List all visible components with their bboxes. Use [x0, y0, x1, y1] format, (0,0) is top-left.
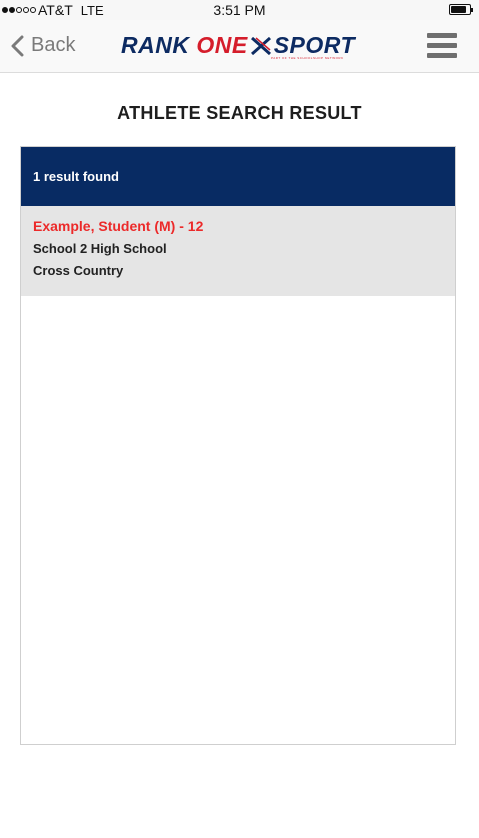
results-count-header: 1 result found: [21, 147, 455, 206]
result-item[interactable]: Example, Student (M) - 12 School 2 High …: [21, 206, 455, 296]
status-time: 3:51 PM: [213, 2, 266, 18]
results-panel: 1 result found Example, Student (M) - 12…: [20, 146, 456, 745]
page-title: ATHLETE SEARCH RESULT: [117, 103, 362, 123]
back-label: Back: [31, 34, 76, 56]
rank-one-sport-logo: RANK ONE SPORT PART OF THE SCHOOLSHOP NE…: [121, 32, 355, 62]
logo-tagline: PART OF THE SCHOOLSHOP NETWORK: [271, 56, 344, 60]
athlete-school: School 2 High School: [33, 241, 167, 256]
hamburger-icon-bar: [427, 53, 457, 58]
logo-word-sport: SPORT: [273, 32, 356, 58]
chevron-left-icon: [11, 35, 24, 56]
nav-bar: Back RANK ONE SPORT PART OF THE SCHOOLSH…: [0, 20, 479, 73]
athlete-sport: Cross Country: [33, 263, 124, 278]
battery-fill: [451, 6, 467, 13]
status-bar: AT&T LTE 3:51 PM: [0, 0, 479, 20]
battery-icon: [449, 4, 473, 15]
hamburger-icon-bar: [427, 43, 457, 48]
hamburger-icon-bar: [427, 33, 457, 38]
athlete-name-link[interactable]: Example, Student (M) - 12: [33, 218, 443, 234]
hamburger-menu-button[interactable]: [427, 33, 457, 58]
logo-x-icon: [250, 37, 271, 55]
logo-word-one: ONE: [196, 32, 248, 58]
back-button[interactable]: Back: [10, 34, 75, 57]
results-count-label: 1 result found: [33, 169, 119, 184]
logo-word-rank: RANK: [121, 32, 197, 58]
